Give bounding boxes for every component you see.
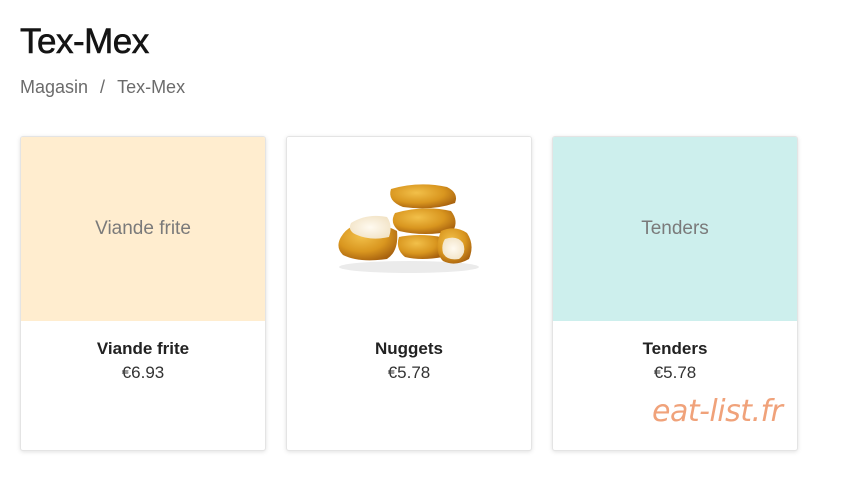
product-placeholder-text: Viande frite (95, 218, 191, 239)
product-price: €5.78 (387, 363, 431, 382)
product-image-placeholder: Tenders (553, 137, 797, 321)
watermark: eat-list.fr (652, 394, 783, 429)
chicken-nuggets-image (338, 184, 479, 273)
product-name: Tenders (642, 339, 708, 358)
product-name: Viande frite (96, 339, 190, 358)
product-card-viande-frite[interactable]: Viande frite Viande frite €6.93 (20, 136, 266, 451)
product-placeholder-text: Tenders (641, 218, 709, 239)
product-image (287, 137, 531, 321)
page-title: Tex-Mex (20, 22, 150, 62)
product-name: Nuggets (375, 339, 443, 358)
breadcrumb: Magasin / Tex-Mex (20, 77, 185, 98)
product-image-placeholder: Viande frite (21, 137, 265, 321)
breadcrumb-item-magasin[interactable]: Magasin (20, 77, 88, 98)
breadcrumb-item-current: Tex-Mex (117, 77, 186, 97)
breadcrumb-separator: / (100, 77, 106, 97)
product-card-nuggets[interactable]: Nuggets €5.78 (286, 136, 532, 451)
product-price: €6.93 (121, 363, 165, 382)
product-price: €5.78 (653, 363, 697, 382)
